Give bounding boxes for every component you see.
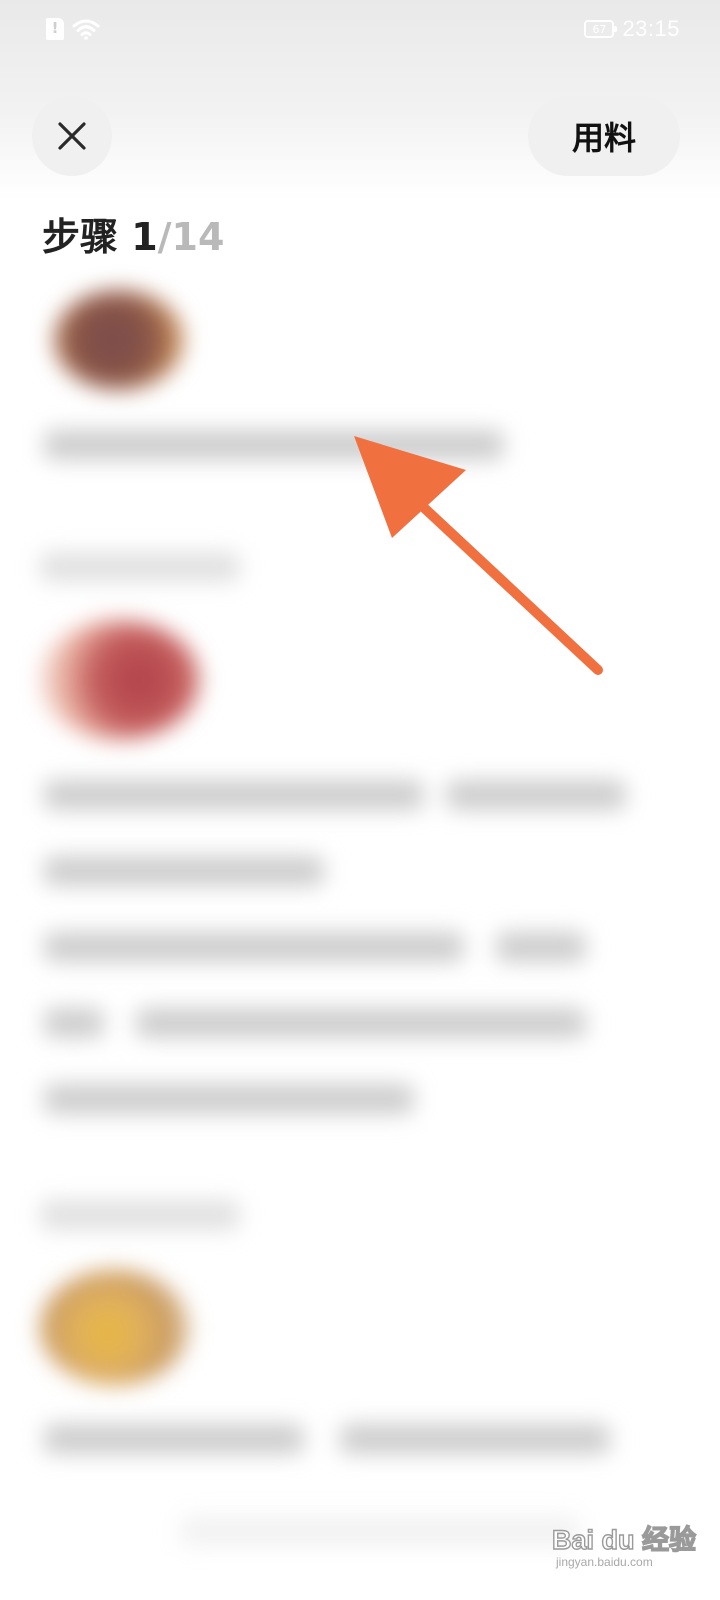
watermark: Bai du 经验 jingyan.baidu.com — [551, 1518, 702, 1588]
watermark-url: jingyan.baidu.com — [556, 1555, 653, 1569]
blurred-step-list — [0, 0, 720, 1600]
step-title-line — [40, 1200, 240, 1230]
step-text-line — [44, 932, 464, 962]
step-text-line — [44, 430, 504, 460]
step-text-line — [180, 1516, 580, 1546]
step-text-line — [44, 1084, 414, 1114]
step-text-line — [340, 1424, 610, 1454]
watermark-logo: Bai du 经验 — [551, 1524, 697, 1555]
step-thumbnail — [54, 290, 184, 390]
recipe-step-screen: 67 23:15 用料 步骤 1/14 — [0, 0, 720, 1600]
step-thumbnail — [40, 620, 200, 740]
step-text-line — [496, 932, 586, 962]
step-text-line — [44, 1424, 304, 1454]
step-thumbnail — [40, 1270, 190, 1385]
step-text-line — [136, 1008, 586, 1038]
step-text-line — [446, 780, 626, 810]
step-text-line — [44, 856, 324, 886]
step-text-line — [44, 1008, 104, 1038]
step-title-line — [40, 552, 240, 582]
step-text-line — [44, 780, 424, 810]
